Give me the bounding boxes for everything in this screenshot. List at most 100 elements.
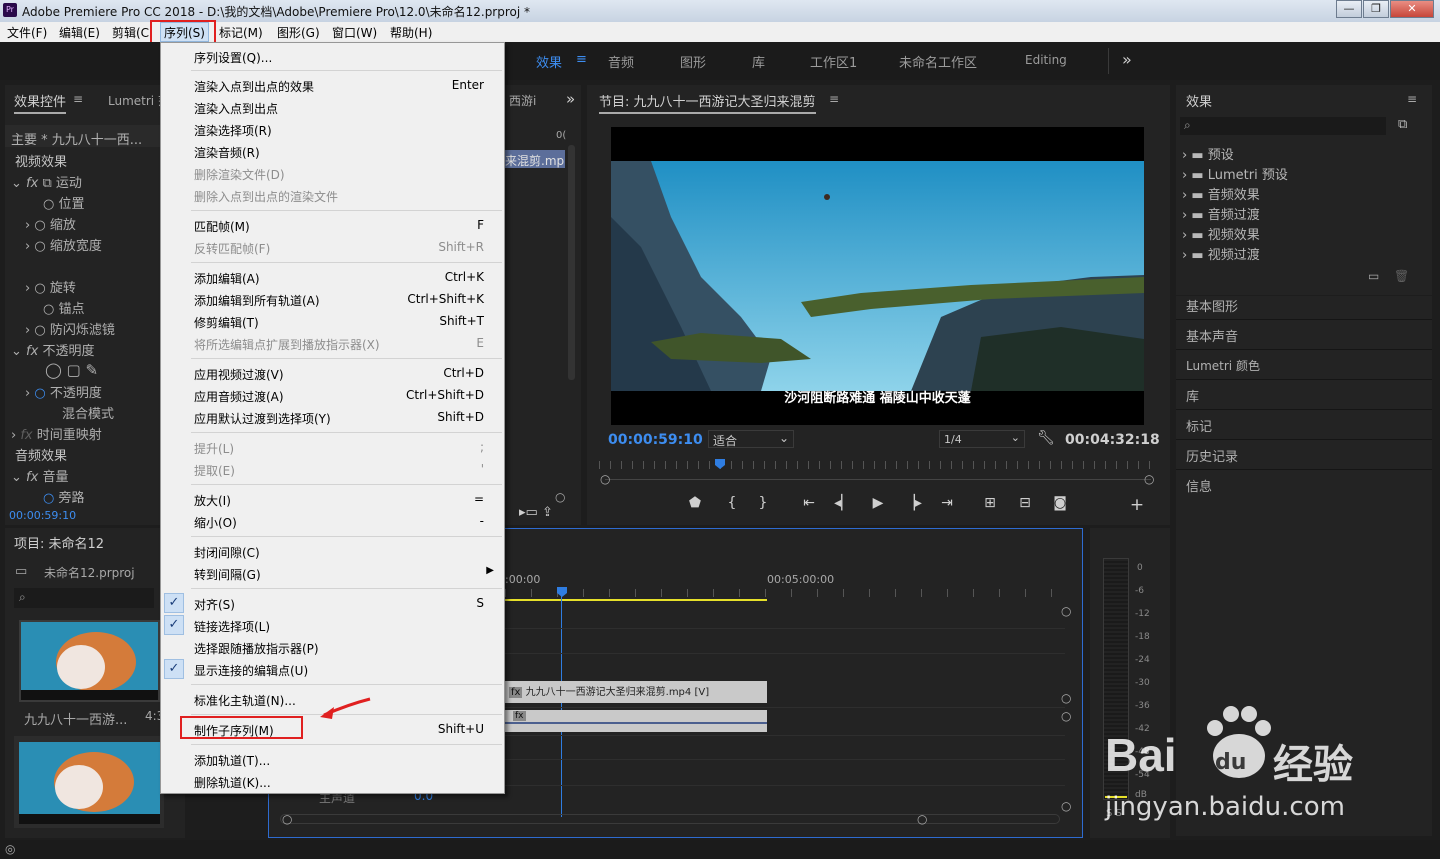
menu-item-add-tracks[interactable]: 添加轨道(T)...	[161, 748, 504, 770]
menu-item-show-edit-points[interactable]: ✓ 显示连接的编辑点(U)	[161, 658, 504, 680]
menu-item-zoom-out[interactable]: 缩小(O) -	[161, 510, 504, 532]
menu-item-trim-edit[interactable]: 修剪编辑(T) Shift+T	[161, 310, 504, 332]
tab-effect-controls[interactable]: 效果控件	[14, 91, 67, 114]
timeline-scroll-mid2[interactable]: ○	[1061, 709, 1071, 723]
project-thumbnail-1[interactable]	[19, 620, 160, 702]
h-scroll-right[interactable]: ○	[917, 812, 927, 826]
workspace-tab-effects[interactable]: 效果	[536, 52, 562, 71]
source-clip[interactable]: 来混剪.mp	[505, 150, 565, 168]
program-menu-icon[interactable]: ≡	[829, 92, 839, 106]
panel-markers[interactable]: 标记	[1186, 416, 1212, 435]
play-icon[interactable]: ▶	[869, 495, 887, 511]
video-clip[interactable]: fx 九九八十一西游记大圣归来混剪.mp4 [V]	[505, 681, 767, 703]
opacity-row[interactable]: › ○ 不透明度	[25, 382, 102, 401]
menu-item-apply-default-transition[interactable]: 应用默认过渡到选择项(Y) Shift+D	[161, 406, 504, 428]
menu-item-add-edit-all[interactable]: 添加编辑到所有轨道(A) Ctrl+Shift+K	[161, 288, 504, 310]
panel-menu-icon[interactable]: ≡	[73, 92, 83, 106]
panel-libraries[interactable]: 库	[1186, 386, 1199, 405]
menu-item-sequence-settings[interactable]: 序列设置(Q)...	[161, 45, 504, 67]
bypass-row[interactable]: ○ 旁路	[43, 487, 85, 506]
zoom-handle-right[interactable]: ○	[1144, 472, 1154, 486]
position-row[interactable]: ○ 位置	[43, 193, 85, 212]
time-remap-row[interactable]: › fx 时间重映射	[11, 424, 102, 443]
opacity-group-row[interactable]: ⌄ fx 不透明度	[11, 340, 94, 359]
menu-item-close-gap[interactable]: 封闭间隙(C)	[161, 540, 504, 562]
menu-help[interactable]: 帮助(H)	[390, 24, 432, 41]
effects-search-input[interactable]: ⌕	[1180, 117, 1386, 135]
wrench-icon[interactable]: 🔧︎	[1037, 430, 1055, 446]
workspace-tab-libraries[interactable]: 库	[752, 52, 765, 71]
panel-history[interactable]: 历史记录	[1186, 446, 1238, 465]
program-timecode[interactable]: 00:00:59:10	[608, 432, 703, 448]
effects-folder-presets[interactable]: › ▬ 预设	[1182, 144, 1234, 163]
timeline-scroll-top[interactable]: ○	[1061, 604, 1071, 618]
anchor-row[interactable]: ○ 锚点	[43, 298, 85, 317]
workspace-tab-unnamed[interactable]: 未命名工作区	[899, 52, 977, 71]
menu-edit[interactable]: 编辑(E)	[59, 24, 100, 41]
workspace-tab-audio[interactable]: 音频	[608, 52, 634, 71]
mask-tools-icon[interactable]: ◯ ▢ ✎	[45, 361, 98, 379]
time-ruler[interactable]	[599, 461, 1151, 469]
workspace-overflow-icon[interactable]: »	[1122, 50, 1132, 69]
delete-icon[interactable]: 🗑︎	[1394, 269, 1409, 283]
timeline-scroll-mid[interactable]: ○	[1061, 691, 1071, 705]
add-button-icon[interactable]: +	[1128, 495, 1146, 515]
restore-button[interactable]: ❐	[1363, 0, 1389, 18]
scale-row[interactable]: › ○ 缩放	[25, 214, 76, 233]
mark-in-icon[interactable]: {	[723, 495, 741, 511]
resolution-dropdown[interactable]: 1/4 ⌄	[939, 430, 1025, 448]
effects-folder-video-transitions[interactable]: › ▬ 视频过渡	[1182, 244, 1260, 263]
overwrite-icon[interactable]: ▸▭ ⇪	[519, 505, 553, 520]
timeline-horizontal-scrollbar[interactable]	[280, 814, 1060, 824]
menu-item-follow-playhead[interactable]: 选择跟随播放指示器(P)	[161, 636, 504, 658]
menu-item-apply-video-transition[interactable]: 应用视频过渡(V) Ctrl+D	[161, 362, 504, 384]
menu-clip[interactable]: 剪辑(C	[112, 24, 149, 41]
h-scroll-left[interactable]: ○	[282, 812, 292, 826]
panel-info[interactable]: 信息	[1186, 476, 1212, 495]
close-button[interactable]: ✕	[1390, 0, 1434, 18]
menu-item-delete-render-in-out[interactable]: 删除入点到出点的渲染文件	[161, 184, 504, 206]
blend-mode-row[interactable]: 混合模式	[62, 403, 114, 422]
effects-folder-audio-transitions[interactable]: › ▬ 音频过渡	[1182, 204, 1260, 223]
workspace-tab-editing[interactable]: Editing	[1025, 53, 1067, 67]
timeline-scroll-bottom[interactable]: ○	[1061, 799, 1071, 813]
workspace-tab-workspace1[interactable]: 工作区1	[810, 52, 857, 71]
menu-marker[interactable]: 标记(M)	[219, 24, 263, 41]
menu-graphics[interactable]: 图形(G)	[277, 24, 320, 41]
effects-title[interactable]: 效果	[1186, 91, 1212, 110]
project-search-input[interactable]: ⌕	[14, 588, 154, 608]
effects-folder-video-effects[interactable]: › ▬ 视频效果	[1182, 224, 1260, 243]
new-bin-icon[interactable]: ⧉	[1398, 117, 1407, 132]
menu-item-snap[interactable]: ✓ 对齐(S) S	[161, 592, 504, 614]
menu-item-render-selection[interactable]: 渲染选择项(R)	[161, 118, 504, 140]
mark-out-icon[interactable]: }	[754, 495, 772, 511]
go-to-in-icon[interactable]: ⇤	[800, 495, 818, 511]
go-to-out-icon[interactable]: ⇥	[938, 495, 956, 511]
menu-window[interactable]: 窗口(W)	[332, 24, 377, 41]
work-area-bar[interactable]	[505, 599, 767, 601]
flicker-row[interactable]: › ○ 防闪烁滤镜	[25, 319, 115, 338]
export-frame-icon[interactable]: ◙	[1051, 495, 1069, 511]
menu-item-delete-tracks[interactable]: 删除轨道(K)...	[161, 770, 504, 792]
effects-menu-icon[interactable]: ≡	[1407, 92, 1417, 106]
menu-item-render-audio[interactable]: 渲染音频(R)	[161, 140, 504, 162]
panel-essential-graphics[interactable]: 基本图形	[1186, 296, 1238, 315]
menu-item-go-to-gap[interactable]: 转到间隔(G) ▶	[161, 562, 504, 584]
workspace-tab-graphics[interactable]: 图形	[680, 52, 706, 71]
step-forward-icon[interactable]: ▕▸	[904, 495, 922, 511]
menu-item-zoom-in[interactable]: 放大(I) =	[161, 488, 504, 510]
menu-file[interactable]: 文件(F)	[7, 24, 47, 41]
project-thumbnail-2[interactable]	[19, 742, 160, 824]
minimize-button[interactable]: —	[1336, 0, 1362, 18]
lift-icon[interactable]: ⊞	[981, 495, 999, 511]
menu-item-linked-selection[interactable]: ✓ 链接选择项(L)	[161, 614, 504, 636]
workspace-menu-icon[interactable]: ≡	[576, 52, 587, 67]
step-back-icon[interactable]: ◂▏	[834, 495, 852, 511]
add-marker-icon[interactable]: ⬟	[686, 495, 704, 511]
new-folder-icon[interactable]: ▭	[1368, 269, 1379, 283]
menu-item-add-edit[interactable]: 添加编辑(A) Ctrl+K	[161, 266, 504, 288]
extract-icon[interactable]: ⊟	[1016, 495, 1034, 511]
motion-row[interactable]: ⌄ fx ⧉ 运动	[11, 172, 82, 191]
effects-folder-audio-effects[interactable]: › ▬ 音频效果	[1182, 184, 1260, 203]
menu-item-render-in-out[interactable]: 渲染入点到出点	[161, 96, 504, 118]
